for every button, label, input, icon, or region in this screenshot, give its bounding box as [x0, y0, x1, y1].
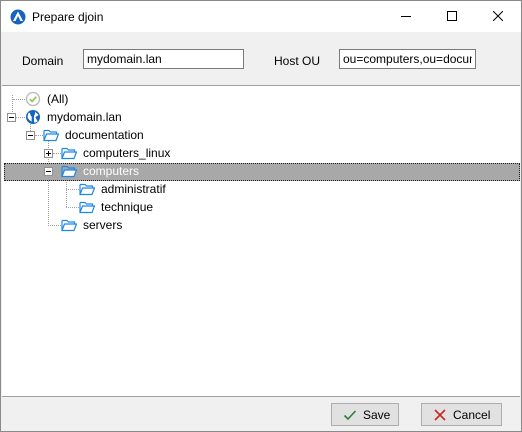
minimize-icon — [401, 16, 411, 17]
folder-open-icon — [43, 129, 59, 142]
collapse-toggle-computers[interactable] — [44, 167, 53, 176]
tree-item-label: technique — [101, 200, 154, 214]
tree-item-label: documentation — [65, 128, 144, 142]
close-icon — [493, 11, 503, 21]
expand-toggle-computers-linux[interactable] — [44, 149, 53, 158]
folder-open-icon — [61, 219, 77, 232]
checkmark-icon — [343, 410, 357, 421]
app-logo-icon — [10, 9, 26, 25]
tree-item-label: (All) — [47, 92, 69, 106]
tree-item-label: computers — [83, 164, 140, 178]
maximize-button[interactable] — [429, 1, 475, 32]
ou-tree[interactable]: (All) mydomain.lan documentation compute… — [2, 85, 520, 397]
globe-icon — [26, 110, 40, 124]
prepare-djoin-dialog: Prepare djoin Domain Host OU — [0, 0, 522, 432]
tree-item-label: mydomain.lan — [47, 110, 122, 124]
cancel-label: Cancel — [453, 408, 491, 422]
collapse-toggle-domain[interactable] — [7, 113, 16, 122]
save-label: Save — [363, 408, 391, 422]
cancel-button[interactable]: Cancel — [421, 403, 502, 426]
tree-line — [66, 176, 67, 207]
tree-line — [35, 135, 43, 136]
selection-highlight — [4, 163, 520, 181]
collapse-toggle-documentation[interactable] — [26, 131, 35, 140]
window-title: Prepare djoin — [32, 10, 104, 24]
tree-line — [13, 99, 25, 100]
tree-line — [66, 189, 79, 190]
domain-field[interactable] — [83, 49, 244, 69]
tree-line — [53, 153, 61, 154]
tree-item-label: servers — [83, 218, 123, 232]
minimize-button[interactable] — [383, 1, 429, 32]
tree-line — [16, 117, 25, 118]
domain-label: Domain — [22, 54, 64, 68]
folder-open-icon — [61, 147, 77, 160]
tree-item-label: administratif — [101, 182, 166, 196]
folder-open-icon — [79, 183, 95, 196]
folder-open-icon — [79, 201, 95, 214]
check-circle-icon — [25, 91, 41, 107]
save-button[interactable]: Save — [331, 403, 399, 426]
tree-line — [66, 207, 79, 208]
tree-item-label: computers_linux — [83, 146, 171, 160]
host-ou-label: Host OU — [274, 54, 321, 68]
tree-line — [53, 171, 61, 172]
title-bar: Prepare djoin — [1, 1, 521, 32]
x-icon — [434, 409, 446, 421]
tree-line — [48, 225, 61, 226]
host-ou-field[interactable] — [339, 49, 476, 69]
close-button[interactable] — [475, 1, 521, 32]
folder-open-icon — [61, 165, 77, 178]
maximize-icon — [447, 11, 457, 21]
